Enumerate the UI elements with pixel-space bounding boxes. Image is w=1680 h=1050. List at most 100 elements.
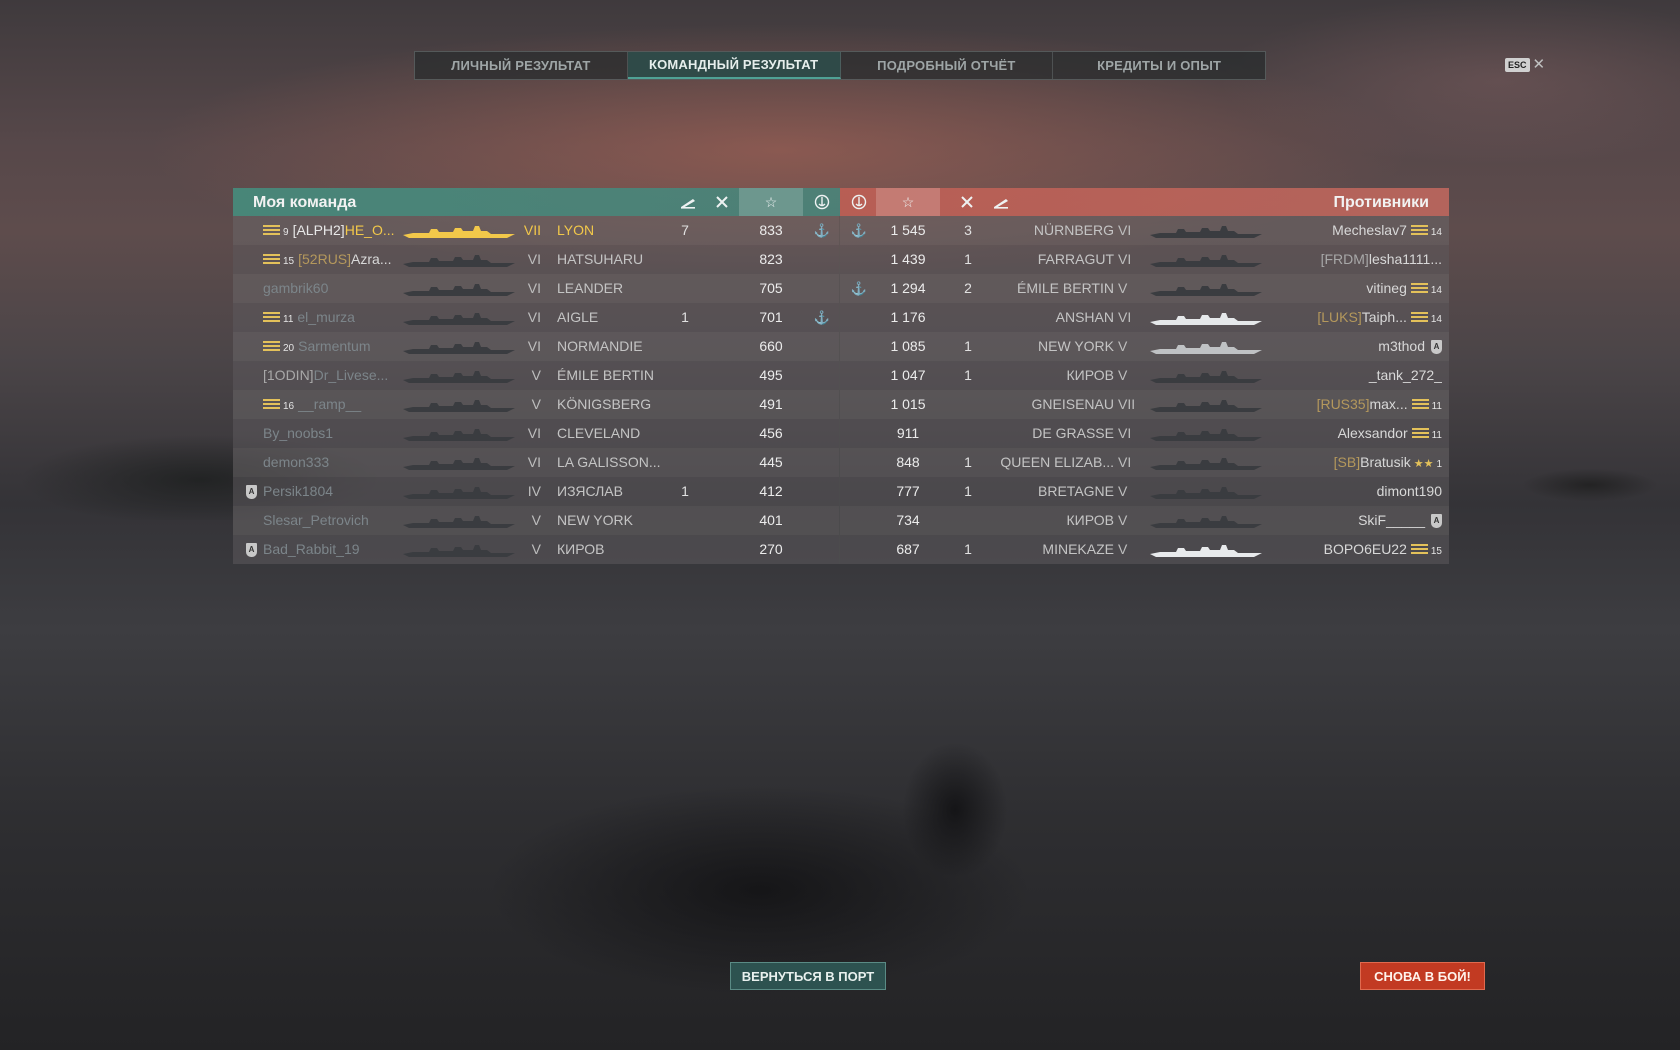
enemy-team-row[interactable]: 1 085 1 NEW YORK Vm3thod A bbox=[840, 332, 1449, 361]
base-xp-score: 1 047 bbox=[890, 367, 926, 383]
my-team-row[interactable]: 9 [ALPH2]HE_O... VII LYON 7 833 ⚓ bbox=[233, 216, 839, 245]
my-team-row[interactable]: A Persik1804 IV ИЗЯСЛАВ 1 412 bbox=[233, 477, 839, 506]
achievement-icon bbox=[807, 361, 837, 390]
tab-team-result[interactable]: КОМАНДНЫЙ РЕЗУЛЬТАТ bbox=[627, 52, 841, 79]
anchor-achievement-icon[interactable] bbox=[807, 188, 837, 216]
clan-tag[interactable]: [SB] bbox=[1334, 454, 1360, 470]
rank-stripe-icon bbox=[263, 399, 280, 412]
battle-again-button[interactable]: СНОВА В БОЙ! bbox=[1360, 962, 1485, 990]
my-team-row[interactable]: 20 Sarmentum VI NORMANDIE 660 bbox=[233, 332, 839, 361]
player-name[interactable]: _tank_272_ bbox=[1369, 367, 1442, 383]
player-name[interactable]: lesha1111... bbox=[1369, 251, 1442, 267]
player-name[interactable]: Taiph... bbox=[1362, 309, 1407, 325]
enemy-team-row[interactable]: ⚓ 1 294 2 ÉMILE BERTIN Vvitineg 14 bbox=[840, 274, 1449, 303]
player-cell: 11 el_murza bbox=[263, 303, 399, 332]
my-team-row[interactable]: demon333 VI LA GALISSON... 445 bbox=[233, 448, 839, 477]
ship-tier: VI bbox=[527, 454, 541, 470]
ship-tier: V bbox=[1118, 512, 1128, 528]
enemy-team-row[interactable]: 1 176 ANSHAN VI [LUKS]Taiph... 14 bbox=[840, 303, 1449, 332]
ship-name: QUEEN ELIZAB... bbox=[1000, 454, 1114, 470]
ship-silhouette-icon bbox=[403, 339, 515, 355]
player-name[interactable]: By_noobs1 bbox=[263, 425, 333, 441]
enemy-team-row[interactable]: 848 1 QUEEN ELIZAB... VI [SB]Bratusik ★★ 1 bbox=[840, 448, 1449, 477]
plane-icon[interactable] bbox=[952, 188, 982, 216]
rank-stripe-icon bbox=[263, 254, 280, 267]
player-name[interactable]: Bad_Rabbit_19 bbox=[263, 541, 360, 557]
player-cell: Slesar_Petrovich bbox=[263, 506, 399, 535]
achievement-icon bbox=[807, 506, 837, 535]
esc-close-button[interactable]: ESC ✕ bbox=[1505, 56, 1546, 73]
planes-destroyed: 1 bbox=[681, 309, 689, 325]
rank-star-icon: ★★ bbox=[1413, 458, 1434, 470]
player-name[interactable]: Mecheslav7 bbox=[1332, 222, 1407, 238]
star-icon[interactable]: ☆ bbox=[876, 188, 940, 216]
base-xp-score: 1 545 bbox=[890, 222, 926, 238]
planes-destroyed bbox=[665, 448, 705, 477]
close-icon: ✕ bbox=[1532, 56, 1546, 73]
player-name[interactable]: max... bbox=[1369, 396, 1407, 412]
player-name[interactable]: Azra... bbox=[351, 251, 391, 267]
tab-credits-xp[interactable]: КРЕДИТЫ И ОПЫТ bbox=[1053, 52, 1265, 79]
player-cell: demon333 bbox=[263, 448, 399, 477]
anchor-achievement-icon[interactable] bbox=[844, 188, 874, 216]
player-name[interactable]: HE_O... bbox=[345, 222, 395, 238]
my-team-row[interactable]: gambrik60 VI LEANDER 705 bbox=[233, 274, 839, 303]
enemy-team-row[interactable]: 1 015 GNEISENAU VII [RUS35]max... 11 bbox=[840, 390, 1449, 419]
enemy-team-row[interactable]: 777 1 BRETAGNE Vdimont190 bbox=[840, 477, 1449, 506]
tab-detailed-report[interactable]: ПОДРОБНЫЙ ОТЧЁТ bbox=[841, 52, 1054, 79]
return-to-port-button[interactable]: ВЕРНУТЬСЯ В ПОРТ bbox=[730, 962, 886, 990]
enemy-team-row[interactable]: 1 439 1 FARRAGUT VI [FRDM]lesha1111... bbox=[840, 245, 1449, 274]
ship-silhouette-icon bbox=[1150, 339, 1262, 355]
ship-tier: VI bbox=[1118, 309, 1132, 325]
rank-stripe-icon bbox=[1410, 312, 1428, 325]
enemy-team-row[interactable]: 911 DE GRASSE VI Alexsandor 11 bbox=[840, 419, 1449, 448]
clan-tag[interactable]: [RUS35] bbox=[1317, 396, 1370, 412]
enemy-team-row[interactable]: 687 1 MINEKAZE V BOPO6EU22 15 bbox=[840, 535, 1449, 564]
player-name[interactable]: Alexsandor bbox=[1338, 425, 1408, 441]
ship-name: КИРОВ bbox=[1066, 512, 1114, 528]
player-name[interactable]: vitineg bbox=[1366, 280, 1406, 296]
player-name[interactable]: BOPO6EU22 bbox=[1324, 541, 1407, 557]
player-name[interactable]: Dr_Livese... bbox=[314, 367, 389, 383]
clan-tag[interactable]: [1ODIN] bbox=[263, 367, 314, 383]
achievement-icon bbox=[844, 477, 874, 506]
player-name[interactable]: Sarmentum bbox=[298, 338, 370, 354]
ship-silhouette-icon bbox=[403, 455, 515, 471]
my-team-row[interactable]: 11 el_murza VI AIGLE 1 701 ⚓ bbox=[233, 303, 839, 332]
player-name[interactable]: m3thod bbox=[1378, 338, 1425, 354]
player-name[interactable]: Bratusik bbox=[1360, 454, 1411, 470]
planes-destroyed bbox=[665, 390, 705, 419]
player-name[interactable]: gambrik60 bbox=[263, 280, 328, 296]
ship-silhouette-icon bbox=[403, 484, 515, 500]
enemy-team-row[interactable]: 1 047 1 КИРОВ V _tank_272_ bbox=[840, 361, 1449, 390]
player-name[interactable]: SkiF_____ bbox=[1358, 512, 1425, 528]
my-team-row[interactable]: Slesar_Petrovich V NEW YORK 401 bbox=[233, 506, 839, 535]
torpedo-icon[interactable] bbox=[673, 188, 703, 216]
enemy-team-row[interactable]: 734 КИРОВ V SkiF_____ A bbox=[840, 506, 1449, 535]
torpedo-icon[interactable] bbox=[986, 188, 1016, 216]
player-name[interactable]: demon333 bbox=[263, 454, 329, 470]
my-team-row[interactable]: 16 __ramp__ V KÖNIGSBERG 491 bbox=[233, 390, 839, 419]
my-team-row[interactable]: By_noobs1 VI CLEVELAND 456 bbox=[233, 419, 839, 448]
ship-tier: VI bbox=[1118, 222, 1132, 238]
base-xp-score: 1 176 bbox=[890, 309, 926, 325]
player-name[interactable]: el_murza bbox=[297, 309, 355, 325]
player-name[interactable]: Persik1804 bbox=[263, 483, 333, 499]
ship-name: DE GRASSE bbox=[1032, 425, 1114, 441]
clan-tag[interactable]: [FRDM] bbox=[1321, 251, 1369, 267]
my-team-row[interactable]: 15 [52RUS]Azra... VI HATSUHARU 823 bbox=[233, 245, 839, 274]
star-icon[interactable]: ☆ bbox=[739, 188, 803, 216]
ship-name: LA GALISSON... bbox=[557, 454, 661, 470]
player-name[interactable]: dimont190 bbox=[1377, 483, 1442, 499]
my-team-row[interactable]: [1ODIN]Dr_Livese... V ÉMILE BERTIN 495 bbox=[233, 361, 839, 390]
clan-tag[interactable]: [52RUS] bbox=[298, 251, 351, 267]
clan-tag[interactable]: [LUKS] bbox=[1317, 309, 1361, 325]
player-cell: 16 __ramp__ bbox=[263, 390, 399, 419]
player-name[interactable]: Slesar_Petrovich bbox=[263, 512, 369, 528]
enemy-team-row[interactable]: ⚓ 1 545 3 NÜRNBERG VI Mecheslav7 14 bbox=[840, 216, 1449, 245]
my-team-row[interactable]: A Bad_Rabbit_19 V КИРОВ 270 bbox=[233, 535, 839, 564]
clan-tag[interactable]: [ALPH2] bbox=[293, 222, 345, 238]
player-name[interactable]: __ramp__ bbox=[298, 396, 361, 412]
plane-icon[interactable] bbox=[707, 188, 737, 216]
tab-personal-result[interactable]: ЛИЧНЫЙ РЕЗУЛЬТАТ bbox=[415, 52, 628, 79]
